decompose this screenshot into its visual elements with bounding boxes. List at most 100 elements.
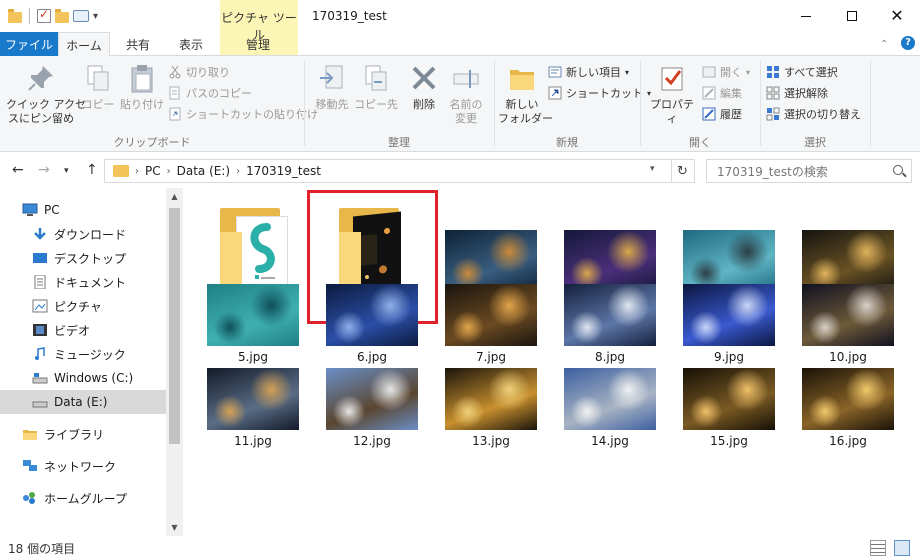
address-row: ← → ▾ ↑ › PC › Data (E:) › 170319_test ▾… bbox=[0, 152, 920, 188]
details-view-icon[interactable] bbox=[870, 540, 886, 556]
chevron-right-icon[interactable]: › bbox=[236, 166, 240, 177]
pin-to-quick-access-button[interactable]: クイック アクセ スにピン留め bbox=[6, 62, 86, 126]
edit-button[interactable]: 編集 bbox=[702, 83, 742, 103]
quick-access-toolbar: ▾ bbox=[0, 0, 98, 24]
image-thumbnail bbox=[683, 284, 775, 346]
pin-icon[interactable] bbox=[73, 10, 89, 22]
help-icon[interactable]: ? bbox=[901, 36, 915, 50]
paste-shortcut-button[interactable]: ショートカットの貼り付け bbox=[168, 104, 318, 124]
nav-item-homegroup[interactable]: ホームグループ bbox=[0, 486, 166, 510]
file-tile-image[interactable]: 9.jpg bbox=[674, 280, 784, 364]
open-button[interactable]: 開く ▾ bbox=[702, 62, 750, 82]
delete-button[interactable]: 削除 bbox=[404, 62, 444, 112]
breadcrumb-pc[interactable]: PC bbox=[145, 164, 161, 178]
image-thumbnail bbox=[564, 368, 656, 430]
nav-item-documents[interactable]: ドキュメント bbox=[0, 270, 166, 294]
paste-button[interactable]: 貼り付け bbox=[120, 62, 164, 112]
invert-selection-button[interactable]: 選択の切り替え bbox=[766, 104, 861, 124]
collapse-ribbon-chevron-icon[interactable]: ⌃ bbox=[880, 39, 888, 50]
tab-view[interactable]: 表示 bbox=[166, 32, 216, 56]
rename-label: 名前の 変更 bbox=[449, 98, 483, 125]
file-tile-image[interactable]: 5.jpg bbox=[198, 280, 308, 364]
file-tile-image[interactable]: 7.jpg bbox=[436, 280, 546, 364]
image-thumbnail bbox=[207, 368, 299, 430]
refresh-button[interactable]: ↻ bbox=[671, 159, 695, 183]
chevron-right-icon[interactable]: › bbox=[167, 166, 171, 177]
customize-toolbar-chevron-icon[interactable]: ▾ bbox=[93, 11, 98, 22]
nav-item-network[interactable]: ネットワーク bbox=[0, 454, 166, 478]
file-tile-image[interactable]: 10.jpg bbox=[793, 280, 903, 364]
move-to-button[interactable]: 移動先 bbox=[310, 62, 354, 112]
tab-file[interactable]: ファイル bbox=[0, 32, 58, 56]
breadcrumb-current-folder[interactable]: 170319_test bbox=[246, 164, 321, 178]
pin-label: クイック アクセ スにピン留め bbox=[6, 98, 86, 125]
file-tile-image[interactable]: 14.jpg bbox=[555, 364, 665, 448]
tab-share[interactable]: 共有 bbox=[113, 32, 163, 56]
tab-manage[interactable]: 管理 bbox=[230, 32, 286, 56]
copy-to-button[interactable]: コピー先 bbox=[354, 62, 398, 112]
file-tile-image[interactable]: 1.jpg bbox=[436, 196, 546, 310]
file-tile-image[interactable]: 12.jpg bbox=[317, 364, 427, 448]
properties-label: プロパティ bbox=[650, 98, 694, 125]
file-tile-image[interactable]: 4.jpg bbox=[793, 196, 903, 310]
file-tile-image[interactable]: 15.jpg bbox=[674, 364, 784, 448]
file-tile-image[interactable]: 3.jpg bbox=[674, 196, 784, 310]
search-input[interactable]: 170319_testの検索 bbox=[706, 159, 912, 183]
new-folder-button[interactable]: 新しい フォルダー bbox=[498, 62, 553, 126]
properties-icon[interactable] bbox=[37, 7, 51, 23]
minimize-button[interactable] bbox=[783, 0, 829, 32]
nav-item-downloads[interactable]: ダウンロード bbox=[0, 222, 166, 246]
file-tile-image[interactable]: 16.jpg bbox=[793, 364, 903, 448]
copy-path-button[interactable]: パスのコピー bbox=[168, 83, 252, 103]
file-tile-image[interactable]: 8.jpg bbox=[555, 280, 665, 364]
file-list: logo output 1.jpg2.jpg3.jpg4.jpg5.jpg6.j… bbox=[183, 188, 920, 536]
easy-access-shortcut-button[interactable]: ショートカット ▾ bbox=[548, 83, 651, 103]
recent-locations-chevron-icon[interactable]: ▾ bbox=[64, 166, 69, 176]
address-bar[interactable]: › PC › Data (E:) › 170319_test bbox=[104, 159, 672, 183]
nav-item-pc[interactable]: PC bbox=[0, 198, 166, 222]
maximize-button[interactable] bbox=[829, 0, 875, 32]
select-all-label: すべて選択 bbox=[784, 66, 838, 79]
rename-button[interactable]: 名前の 変更 bbox=[446, 62, 486, 126]
folder-icon[interactable] bbox=[8, 8, 22, 23]
cut-button[interactable]: 切り取り bbox=[168, 62, 230, 82]
title-bar: ▾ bbox=[0, 0, 920, 32]
new-item-icon bbox=[548, 65, 562, 79]
chevron-right-icon[interactable]: › bbox=[135, 166, 139, 177]
select-all-button[interactable]: すべて選択 bbox=[766, 62, 838, 82]
new-item-button[interactable]: 新しい項目 ▾ bbox=[548, 62, 629, 82]
address-history-chevron-icon[interactable]: ▾ bbox=[650, 164, 655, 174]
clipboard-group-label: クリップボード bbox=[113, 136, 191, 149]
nav-item-pictures[interactable]: ピクチャ bbox=[0, 294, 166, 318]
up-arrow-icon[interactable]: ↑ bbox=[86, 162, 98, 178]
picture-icon bbox=[32, 299, 48, 313]
paste-shortcut-icon bbox=[168, 107, 182, 121]
nav-item-windows-drive[interactable]: Windows (C:) bbox=[0, 366, 166, 390]
select-none-button[interactable]: 選択解除 bbox=[766, 83, 828, 103]
close-button[interactable]: ✕ bbox=[874, 0, 920, 32]
tab-home[interactable]: ホーム bbox=[58, 32, 110, 57]
new-folder-icon[interactable] bbox=[55, 8, 69, 23]
nav-item-music[interactable]: ミュージック bbox=[0, 342, 166, 366]
forward-arrow-icon[interactable]: → bbox=[38, 162, 50, 178]
file-tile-image[interactable]: 13.jpg bbox=[436, 364, 546, 448]
nav-item-videos[interactable]: ビデオ bbox=[0, 318, 166, 342]
file-tile-image[interactable]: 11.jpg bbox=[198, 364, 308, 448]
file-tile-image[interactable]: 6.jpg bbox=[317, 280, 427, 364]
scroll-down-icon[interactable]: ▼ bbox=[166, 523, 183, 532]
nav-item-libraries[interactable]: ライブラリ bbox=[0, 422, 166, 446]
large-icons-view-icon[interactable] bbox=[894, 540, 910, 556]
navigation-scrollbar[interactable]: ▲ ▼ bbox=[166, 188, 183, 536]
file-tile-image[interactable]: 2.jpg bbox=[555, 196, 665, 310]
history-button[interactable]: 履歴 bbox=[702, 104, 742, 124]
paste-icon bbox=[126, 62, 158, 94]
back-arrow-icon[interactable]: ← bbox=[12, 162, 24, 178]
breadcrumb-data-drive[interactable]: Data (E:) bbox=[177, 164, 230, 178]
copy-button[interactable]: コピー bbox=[80, 62, 116, 112]
properties-button[interactable]: プロパティ bbox=[646, 62, 698, 126]
scrollbar-thumb[interactable] bbox=[169, 208, 180, 444]
nav-item-data-drive[interactable]: Data (E:) bbox=[0, 390, 166, 414]
file-name: 9.jpg bbox=[713, 350, 745, 364]
nav-item-desktop[interactable]: デスクトップ bbox=[0, 246, 166, 270]
scroll-up-icon[interactable]: ▲ bbox=[166, 192, 183, 201]
